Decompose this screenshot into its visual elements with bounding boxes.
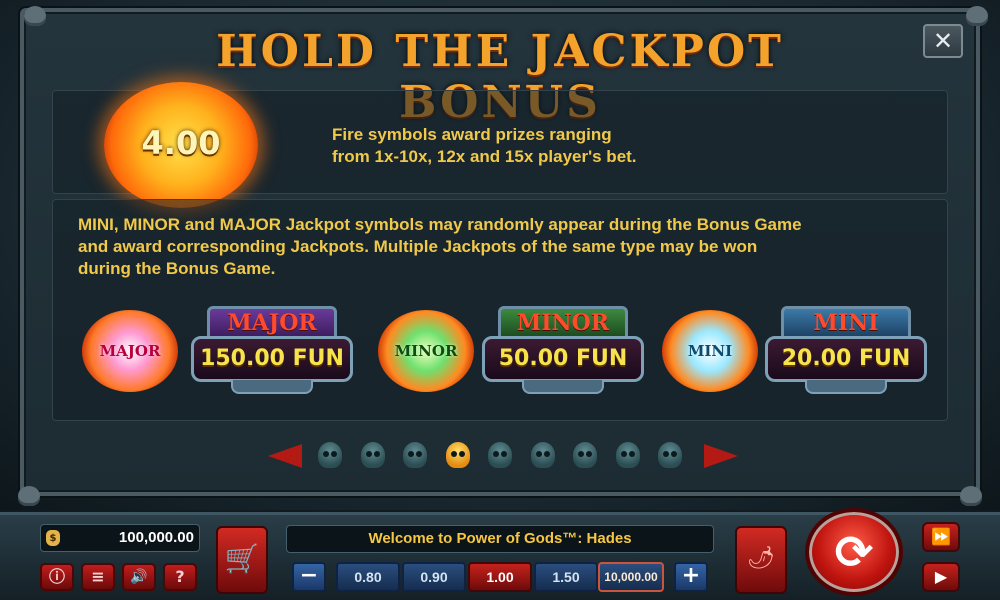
minor-jackpot-name: MINOR (498, 306, 628, 340)
plus-icon: + (681, 563, 701, 588)
money-bag-icon: $ (46, 530, 60, 546)
close-button[interactable]: ✕ (923, 24, 963, 58)
frame-skull-ornament-bl (18, 486, 40, 506)
balance-value: 100,000.00 (118, 529, 194, 546)
minor-jackpot-symbol: MINOR (378, 310, 474, 392)
mini-jackpot-name: MINI (781, 306, 911, 340)
increase-bet-button[interactable]: + (674, 562, 708, 592)
shop-button[interactable]: 🛒 (216, 526, 268, 594)
turbo-icon: ⏩ (931, 527, 951, 546)
decrease-bet-button[interactable]: − (292, 562, 326, 592)
frame-skull-ornament-tr (966, 6, 988, 26)
help-button[interactable]: ? (163, 563, 197, 591)
jackpot-description: MINI, MINOR and MAJOR Jackpot symbols ma… (78, 214, 948, 280)
help-icon: ? (175, 567, 185, 586)
major-plaque-ornament (231, 380, 313, 394)
speaker-icon: 🔊 (130, 569, 148, 585)
info-button[interactable]: ⓘ (40, 563, 74, 591)
major-jackpot-name: MAJOR (207, 306, 337, 340)
mini-plaque-ornament (805, 380, 887, 394)
spin-icon: ⟳ (834, 525, 874, 579)
frame-skull-ornament-tl (24, 6, 46, 26)
fire-symbol-description: Fire symbols award prizes ranging from 1… (332, 124, 812, 168)
jackpot-text-line-2: and award corresponding Jackpots. Multip… (78, 237, 758, 256)
mini-jackpot-amount: 20.00 FUN (765, 336, 927, 382)
fire-text-line-1: Fire symbols award prizes ranging (332, 125, 612, 144)
major-jackpot-plaque: MAJOR 150.00 FUN (191, 306, 353, 394)
page-dot-skull-icon[interactable] (361, 442, 385, 468)
bonus-buy-button[interactable]: 🌶 (735, 526, 787, 594)
sound-button[interactable]: 🔊 (122, 563, 156, 591)
bet-option-max[interactable]: 10,000.00 (598, 562, 664, 592)
minus-icon: − (299, 563, 319, 588)
frame-skull-ornament-br (960, 486, 982, 506)
menu-button[interactable]: ≡ (81, 563, 115, 591)
major-jackpot-amount: 150.00 FUN (191, 336, 353, 382)
turbo-button[interactable]: ⏩ (922, 522, 960, 552)
page-dot-skull-icon[interactable] (318, 442, 342, 468)
minor-plaque-ornament (522, 380, 604, 394)
jackpot-text-line-3: during the Bonus Game. (78, 259, 276, 278)
mini-jackpot-symbol: MINI (662, 310, 758, 392)
previous-page-arrow[interactable] (268, 444, 302, 468)
page-dot-active-skull-icon[interactable] (446, 442, 470, 468)
next-page-arrow[interactable] (704, 444, 738, 468)
status-message: Welcome to Power of Gods™: Hades (286, 525, 714, 553)
page-dot-skull-icon[interactable] (573, 442, 597, 468)
cart-icon: 🛒 (224, 542, 260, 575)
bet-option[interactable]: 0.80 (336, 562, 400, 592)
menu-icon: ≡ (91, 567, 105, 586)
chili-icon: 🌶 (747, 546, 775, 571)
minor-jackpot-amount: 50.00 FUN (482, 336, 644, 382)
page-dot-skull-icon[interactable] (658, 442, 682, 468)
info-icon: ⓘ (48, 567, 65, 586)
bet-selector: − 0.80 0.90 1.00 1.50 10,000.00 + (286, 560, 714, 592)
bet-option[interactable]: 1.50 (534, 562, 598, 592)
page-dot-skull-icon[interactable] (531, 442, 555, 468)
jackpot-text-line-1: MINI, MINOR and MAJOR Jackpot symbols ma… (78, 215, 802, 234)
bet-option[interactable]: 0.90 (402, 562, 466, 592)
page-dot-skull-icon[interactable] (616, 442, 640, 468)
fire-symbol-value: 4.00 (141, 124, 221, 162)
close-icon: ✕ (932, 27, 954, 55)
bet-option-selected[interactable]: 1.00 (468, 562, 532, 592)
mini-jackpot-plaque: MINI 20.00 FUN (765, 306, 927, 394)
spin-button[interactable]: ⟳ (805, 508, 903, 596)
major-jackpot-symbol: MAJOR (82, 310, 178, 392)
page-dot-skull-icon[interactable] (403, 442, 427, 468)
minor-jackpot-plaque: MINOR 50.00 FUN (482, 306, 644, 394)
autoplay-icon: ▶ (934, 567, 948, 586)
fire-text-line-2: from 1x-10x, 12x and 15x player's bet. (332, 147, 637, 166)
autoplay-button[interactable]: ▶ (922, 562, 960, 592)
page-dot-skull-icon[interactable] (488, 442, 512, 468)
